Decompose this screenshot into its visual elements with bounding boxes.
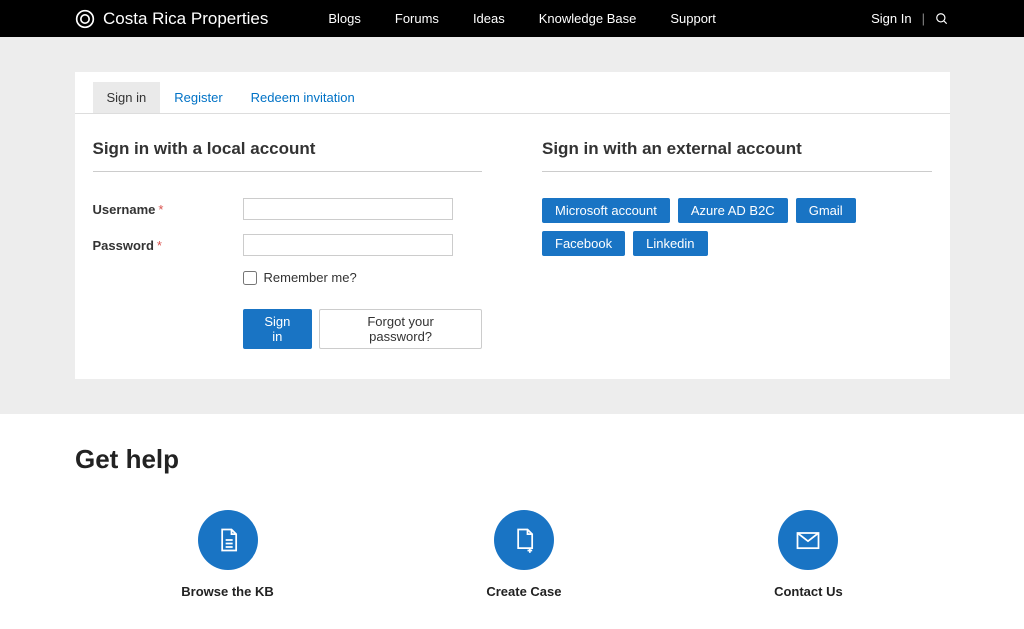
password-row: Password* xyxy=(93,234,483,256)
external-heading: Sign in with an external account xyxy=(542,139,932,172)
remember-checkbox[interactable] xyxy=(243,271,257,285)
username-row: Username* xyxy=(93,198,483,220)
help-card-label: Create Case xyxy=(486,584,561,599)
username-label: Username* xyxy=(93,202,243,217)
password-input[interactable] xyxy=(243,234,453,256)
document-plus-icon xyxy=(494,510,554,570)
provider-linkedin[interactable]: Linkedin xyxy=(633,231,707,256)
help-section: Get help Browse the KB Create Case Conta… xyxy=(0,414,1024,629)
help-card-browse-kb[interactable]: Browse the KB xyxy=(181,510,273,599)
brand-logo-icon xyxy=(75,9,95,29)
local-actions: Sign in Forgot your password? xyxy=(243,309,483,349)
nav-knowledge-base[interactable]: Knowledge Base xyxy=(539,11,637,26)
required-marker: * xyxy=(157,238,162,253)
help-card-label: Browse the KB xyxy=(181,584,273,599)
forgot-password-button[interactable]: Forgot your password? xyxy=(319,309,482,349)
remember-label: Remember me? xyxy=(264,270,357,285)
primary-nav: Blogs Forums Ideas Knowledge Base Suppor… xyxy=(328,11,716,26)
top-bar: Costa Rica Properties Blogs Forums Ideas… xyxy=(0,0,1024,37)
external-providers: Microsoft account Azure AD B2C Gmail Fac… xyxy=(542,198,932,256)
topbar-right: Sign In | xyxy=(871,11,949,26)
username-input[interactable] xyxy=(243,198,453,220)
password-label: Password* xyxy=(93,238,243,253)
provider-microsoft[interactable]: Microsoft account xyxy=(542,198,670,223)
provider-facebook[interactable]: Facebook xyxy=(542,231,625,256)
local-heading: Sign in with a local account xyxy=(93,139,483,172)
nav-forums[interactable]: Forums xyxy=(395,11,439,26)
signin-panel: Sign in Register Redeem invitation Sign … xyxy=(75,72,950,379)
required-marker: * xyxy=(158,202,163,217)
separator: | xyxy=(922,11,925,26)
help-card-label: Contact Us xyxy=(774,584,843,599)
brand[interactable]: Costa Rica Properties xyxy=(75,9,268,29)
tab-redeem[interactable]: Redeem invitation xyxy=(237,82,369,113)
help-card-create-case[interactable]: Create Case xyxy=(486,510,561,599)
signin-link[interactable]: Sign In xyxy=(871,11,911,26)
nav-support[interactable]: Support xyxy=(670,11,716,26)
search-icon[interactable] xyxy=(935,12,949,26)
auth-tabs: Sign in Register Redeem invitation xyxy=(75,72,950,114)
nav-blogs[interactable]: Blogs xyxy=(328,11,361,26)
document-icon xyxy=(198,510,258,570)
help-card-contact-us[interactable]: Contact Us xyxy=(774,510,843,599)
brand-title: Costa Rica Properties xyxy=(103,9,268,29)
mail-icon xyxy=(778,510,838,570)
provider-azure-ad-b2c[interactable]: Azure AD B2C xyxy=(678,198,788,223)
tab-signin[interactable]: Sign in xyxy=(93,82,161,113)
help-heading: Get help xyxy=(75,444,949,475)
remember-row: Remember me? xyxy=(243,270,483,285)
provider-gmail[interactable]: Gmail xyxy=(796,198,856,223)
local-signin-column: Sign in with a local account Username* P… xyxy=(93,139,483,349)
signin-content: Sign in with a local account Username* P… xyxy=(75,114,950,379)
external-signin-column: Sign in with an external account Microso… xyxy=(542,139,932,349)
help-cards: Browse the KB Create Case Contact Us xyxy=(75,510,949,599)
nav-ideas[interactable]: Ideas xyxy=(473,11,505,26)
signin-button[interactable]: Sign in xyxy=(243,309,313,349)
tab-register[interactable]: Register xyxy=(160,82,236,113)
